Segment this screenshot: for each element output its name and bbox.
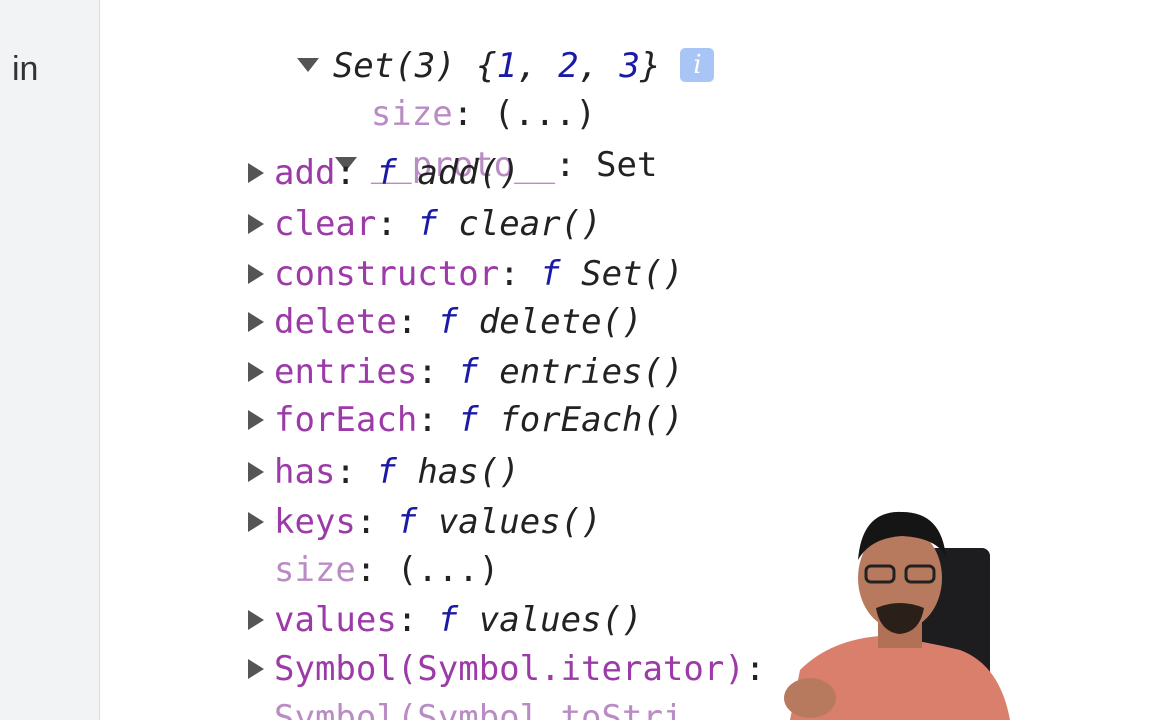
function-keyword: f	[437, 600, 459, 640]
proto-item-key: delete	[274, 302, 397, 342]
expand-arrow-icon[interactable]	[248, 511, 264, 532]
proto-item-value: add()	[417, 153, 520, 193]
proto-item-key: constructor	[274, 254, 500, 294]
expand-arrow-icon[interactable]	[248, 658, 264, 679]
proto-item-value: clear()	[458, 204, 602, 244]
function-keyword: f	[417, 204, 438, 244]
proto-item-key: entries	[274, 352, 418, 392]
function-keyword: f	[540, 254, 561, 294]
proto-item-key: keys	[274, 502, 356, 542]
proto-item-value: Set()	[581, 254, 684, 294]
expand-arrow-icon[interactable]	[248, 361, 264, 382]
left-panel-label: in	[12, 50, 39, 88]
expand-arrow-icon[interactable]	[248, 263, 264, 284]
proto-item-value: (...)	[396, 550, 500, 590]
function-keyword: f	[376, 452, 397, 492]
proto-item-key: values	[274, 600, 397, 640]
proto-row[interactable]: __proto__: Set	[212, 105, 657, 185]
proto-item-value: delete()	[478, 302, 643, 342]
proto-item-value: values()	[437, 502, 602, 542]
proto-item-value: forEach()	[499, 400, 684, 440]
proto-item-row[interactable]: constructor: f Set()	[248, 254, 683, 294]
set-values-close: }	[639, 46, 661, 86]
proto-item-value: entries()	[499, 352, 684, 392]
expand-arrow-icon[interactable]	[248, 311, 264, 332]
expand-arrow-icon[interactable]	[248, 409, 264, 430]
proto-item-row[interactable]: Symbol(Symbol.iterator):	[248, 649, 786, 689]
proto-item-row[interactable]: forEach: f forEach()	[248, 400, 683, 440]
function-keyword: f	[437, 302, 459, 342]
proto-item-key: Symbol(Symbol.iterator)	[274, 649, 745, 689]
proto-item-key: has	[274, 452, 336, 492]
expand-arrow-icon[interactable]	[248, 213, 264, 234]
proto-item-row[interactable]: keys: f values()	[248, 502, 602, 542]
proto-value: Set	[596, 145, 658, 185]
proto-item-row[interactable]: clear: f clear()	[248, 204, 602, 244]
proto-item-row[interactable]: entries: f entries()	[248, 352, 683, 392]
expand-arrow-icon[interactable]	[248, 461, 264, 482]
proto-item-row[interactable]: add: f add()	[248, 153, 520, 193]
proto-item-row[interactable]: size: (...)	[248, 550, 499, 590]
proto-item-key: size	[274, 550, 356, 590]
set-root-row[interactable]: Set(3) {1, 2, 3} i	[174, 6, 715, 86]
proto-item-key: clear	[274, 204, 377, 244]
info-icon[interactable]: i	[680, 47, 715, 82]
proto-item-key: add	[274, 153, 336, 193]
set-size-row[interactable]: size: (...)	[248, 54, 596, 134]
proto-item-value: values()	[478, 600, 643, 640]
proto-item-value: has()	[417, 452, 520, 492]
proto-item-key: Symbol(Symbol.toStri	[274, 698, 684, 720]
function-keyword: f	[396, 502, 418, 542]
expand-arrow-icon[interactable]	[248, 609, 264, 630]
function-keyword: f	[458, 400, 479, 440]
proto-item-row[interactable]: has: f has()	[248, 452, 520, 492]
proto-item-row[interactable]: Symbol(Symbol.toStri	[248, 698, 683, 720]
presenter-webcam-overlay	[784, 511, 1010, 720]
expand-arrow-icon[interactable]	[248, 162, 264, 183]
function-keyword: f	[376, 153, 397, 193]
proto-item-row[interactable]: values: f values()	[248, 600, 643, 640]
screen: in Set(3) {1, 2, 3} i size: (...) __proto…	[0, 0, 1152, 720]
left-sidebar-panel: in	[0, 0, 100, 720]
set-value-3: 3	[619, 46, 640, 86]
proto-item-key: forEach	[274, 400, 418, 440]
proto-item-row[interactable]: delete: f delete()	[248, 302, 643, 342]
function-keyword: f	[458, 352, 479, 392]
